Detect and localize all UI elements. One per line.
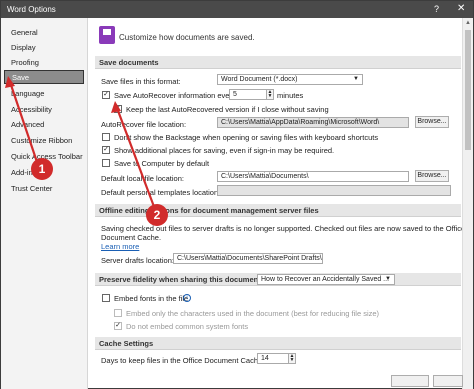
section-save-documents: Save documents	[95, 56, 461, 69]
scroll-up-icon[interactable]: ▲	[465, 20, 471, 26]
sidebar-item-display[interactable]: Display	[4, 41, 84, 55]
fidelity-document-value: How to Recover an Accidentally Saved ...	[261, 276, 390, 283]
no-common-fonts-label: Do not embed common system fonts	[126, 322, 249, 331]
server-drafts-input[interactable]: C:\Users\Mattia\Documents\SharePoint Dra…	[173, 253, 323, 264]
annotation-badge-1: 1	[31, 158, 53, 180]
default-local-input[interactable]: C:\Users\Mattia\Documents\	[217, 171, 409, 182]
info-icon: i	[183, 294, 191, 302]
help-icon[interactable]: ?	[434, 4, 439, 14]
keep-last-label: Keep the last AutoRecovered version if I…	[126, 105, 329, 114]
additional-places-checkbox[interactable]: ✓	[102, 146, 110, 154]
cancel-button[interactable]	[433, 375, 463, 387]
fidelity-title: Preserve fidelity when sharing this docu…	[99, 275, 264, 284]
ar-location-input[interactable]: C:\Users\Mattia\AppData\Roaming\Microsof…	[217, 117, 409, 128]
server-drafts-label: Server drafts location:	[101, 256, 174, 265]
cache-days-label: Days to keep files in the Office Documen…	[101, 356, 265, 365]
additional-places-label: Show additional places for saving, even …	[114, 146, 335, 155]
chevron-down-icon: ▼	[353, 76, 359, 82]
offline-desc-line2: Document Cache.	[101, 233, 162, 242]
embed-fonts-label: Embed fonts in the file	[114, 294, 189, 303]
default-templates-input[interactable]	[217, 185, 451, 196]
format-value: Word Document (*.docx)	[221, 76, 298, 83]
minutes-stepper[interactable]: ▲ ▼	[266, 89, 274, 100]
save-computer-checkbox[interactable]	[102, 159, 110, 167]
save-computer-label: Save to Computer by default	[114, 159, 210, 168]
default-local-label: Default local file location:	[101, 174, 184, 183]
minutes-label: minutes	[277, 91, 304, 100]
cache-days-input[interactable]: 14	[257, 353, 289, 364]
default-templates-label: Default personal templates location:	[101, 188, 221, 197]
embed-fonts-checkbox[interactable]	[102, 294, 110, 302]
autorecover-minutes-input[interactable]: 5	[229, 89, 267, 100]
save-options-panel: Customize how documents are saved. Save …	[89, 18, 473, 389]
cache-days-value: 14	[261, 355, 269, 362]
title-bar: Word Options ? ✕	[1, 1, 473, 18]
sidebar-item-save[interactable]: Save	[4, 70, 84, 84]
ar-location-value: C:\Users\Mattia\AppData\Roaming\Microsof…	[221, 119, 380, 126]
annotation-badge-2: 2	[146, 204, 168, 226]
sidebar-item-trust-center[interactable]: Trust Center	[4, 182, 84, 196]
sidebar-item-general[interactable]: General	[4, 26, 84, 40]
no-common-fonts-checkbox[interactable]: ✓	[114, 322, 122, 330]
autorecover-label: Save AutoRecover information every	[114, 91, 236, 100]
sidebar-item-proofing[interactable]: Proofing	[4, 56, 84, 70]
chevron-down-icon: ▼	[385, 276, 391, 282]
cache-days-stepper[interactable]: ▲ ▼	[288, 353, 296, 364]
ar-browse-button[interactable]: Browse...	[415, 116, 449, 128]
backstage-label: Don't show the Backstage when opening or…	[114, 133, 379, 142]
backstage-checkbox[interactable]	[102, 133, 110, 141]
vertical-scrollbar[interactable]: ▲	[462, 18, 473, 389]
page-title: Customize how documents are saved.	[119, 33, 255, 42]
close-icon[interactable]: ✕	[457, 3, 465, 14]
scrollbar-thumb[interactable]	[465, 30, 471, 150]
sidebar: General Display Proofing Save Language A…	[1, 18, 88, 389]
sidebar-item-accessibility[interactable]: Accessibility	[4, 103, 84, 117]
default-local-browse-button[interactable]: Browse...	[415, 170, 449, 182]
sidebar-item-advanced[interactable]: Advanced	[4, 118, 84, 132]
server-drafts-value: C:\Users\Mattia\Documents\SharePoint Dra…	[177, 255, 322, 262]
sidebar-item-customize-ribbon[interactable]: Customize Ribbon	[4, 134, 84, 148]
default-local-value: C:\Users\Mattia\Documents\	[221, 173, 309, 180]
window-title: Word Options	[7, 5, 56, 14]
format-label: Save files in this format:	[101, 77, 181, 86]
section-cache-settings: Cache Settings	[95, 337, 461, 350]
sidebar-item-language[interactable]: Language	[4, 87, 84, 101]
embed-only-checkbox[interactable]	[114, 309, 122, 317]
word-options-window: Word Options ? ✕ General Display Proofin…	[0, 0, 474, 389]
ar-location-label: AutoRecover file location:	[101, 120, 187, 129]
save-icon	[99, 26, 115, 44]
fidelity-document-dropdown[interactable]: How to Recover an Accidentally Saved ...…	[257, 274, 395, 285]
format-dropdown[interactable]: Word Document (*.docx) ▼	[217, 74, 363, 85]
ok-button[interactable]	[391, 375, 429, 387]
autorecover-checkbox[interactable]: ✓	[102, 91, 110, 99]
autorecover-minutes-value: 5	[233, 91, 237, 98]
embed-only-label: Embed only the characters used in the do…	[126, 309, 380, 318]
keep-last-checkbox[interactable]: ✓	[114, 105, 122, 113]
learn-more-link[interactable]: Learn more	[101, 242, 139, 251]
